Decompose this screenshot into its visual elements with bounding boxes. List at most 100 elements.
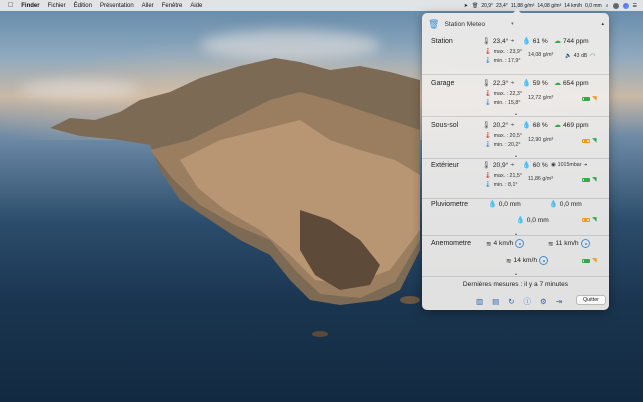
abs-humidity-value: 12,90 g/m³: [528, 137, 554, 143]
rain-value-3: 💧 0,0 mm: [516, 216, 549, 225]
station-selector[interactable]: Station Meteo: [444, 21, 485, 28]
document-icon[interactable]: ▤: [492, 297, 499, 306]
siri-icon[interactable]: [622, 2, 629, 9]
temp-min: 🌡 min. : 8,1°: [484, 181, 518, 189]
last-update-text: Dernières mesures : il y a 7 minutes: [462, 281, 569, 288]
menu-aide[interactable]: Aide: [190, 3, 202, 9]
refresh-icon[interactable]: ↻: [508, 297, 514, 306]
temp-min: 🌡 min. : 17,9°: [484, 57, 520, 65]
signal-icon: ◥: [592, 217, 597, 223]
chart-icon[interactable]: ▥: [476, 297, 483, 306]
temp-max: 🌡 max. : 21,5°: [484, 172, 522, 180]
battery-icon: [582, 138, 590, 143]
status-rain: 0,0 mm: [585, 2, 602, 9]
battery-icon: [582, 217, 590, 222]
rain-value-2: 💧 0,0 mm: [549, 200, 582, 209]
wind-speed: ≋ 4 km/h: [486, 239, 525, 248]
cloud-icon: ☁: [554, 122, 561, 129]
temp-min-value: min. : 15,8°: [493, 99, 521, 106]
noise: 🔈 43 dB ◠: [565, 52, 596, 60]
drop-icon: 💧: [522, 80, 531, 87]
humidity-value: 59 %: [532, 79, 548, 87]
panel-header: 🗑 Station Meteo ▾ ▴: [428, 17, 604, 31]
pressure: ◉ 1015mbar ➜: [551, 162, 587, 168]
speaker-icon: 🔈: [565, 53, 572, 59]
trend-arrow-icon: ➜: [510, 80, 515, 85]
section-exterieur: Extérieur 🌡 20,9° ➜ 💧 60 % ◉ 1015mbar ➜ …: [422, 159, 609, 197]
thermometer-hot-icon: 🌡: [484, 173, 492, 179]
battery-icon: [582, 177, 590, 182]
co2: ☁ 744 ppm: [554, 37, 589, 46]
logout-icon[interactable]: ⇥: [556, 297, 562, 306]
abs-humidity: 11,86 g/m³: [528, 176, 553, 182]
humidity: 💧 61 %: [522, 37, 548, 46]
drop-icon: 💧: [522, 122, 531, 129]
humidity: 💧 68 %: [522, 121, 548, 130]
drop-icon: 💧: [522, 162, 531, 169]
drop-icon: 💧: [488, 201, 497, 208]
menu-edition[interactable]: Édition: [74, 3, 92, 9]
thermometer-icon: 🌡: [482, 80, 491, 87]
rain-value: 0,0 mm: [559, 200, 582, 208]
thermometer-hot-icon: 🌡: [484, 91, 492, 97]
menu-fenetre[interactable]: Fenêtre: [162, 3, 183, 9]
abs-humidity: 14,08 g/m³: [528, 52, 553, 58]
temp-min: 🌡 min. : 20,2°: [484, 141, 521, 149]
section-name: Sous-sol: [431, 122, 459, 129]
trash-icon[interactable]: 🗑: [428, 19, 439, 30]
compass-icon: [580, 239, 590, 248]
gust-icon: ≋: [548, 240, 554, 248]
rain-value: 0,0 mm: [498, 200, 521, 208]
collapse-up-icon[interactable]: ▴: [601, 21, 604, 27]
panel-toolbar: ▥ ▤ ↻ ⓘ ⚙ ⇥: [476, 296, 562, 307]
section-name: Garage: [431, 80, 455, 87]
signal-icon: ◥: [592, 258, 597, 264]
menu-fichier[interactable]: Fichier: [48, 3, 66, 9]
menu-aller[interactable]: Aller: [142, 3, 154, 9]
humidity-value: 61 %: [532, 37, 548, 45]
weather-station-panel: 🗑 Station Meteo ▾ ▴ Station 🌡 23,4° ➜ 💧 …: [422, 9, 609, 310]
pressure-value: 1015mbar: [557, 162, 582, 168]
thermometer-hot-icon: 🌡: [484, 133, 492, 139]
battery-icon: [582, 258, 590, 263]
divider: [422, 276, 609, 277]
wind-max-icon: ≋: [506, 257, 512, 265]
settings-icon[interactable]: ⚙: [540, 297, 547, 306]
weather-status-item[interactable]: 🗑 20,9° 23,4° 11,88 g/m³ 14,08 g/m³ 14 k…: [472, 3, 602, 9]
trend-arrow-icon: ➜: [583, 162, 588, 167]
signal-icon: ◥: [592, 177, 597, 183]
humidity: 💧 59 %: [522, 79, 548, 88]
apple-icon[interactable]: : [8, 2, 13, 9]
temperature: 🌡 20,9° ➜: [482, 161, 515, 170]
search-icon[interactable]: ⌕: [606, 3, 609, 9]
wind-icon: ≋: [486, 240, 492, 248]
module-status: ◥: [582, 257, 597, 264]
co2-value: 469 ppm: [563, 121, 589, 129]
temperature-value: 20,2°: [492, 121, 509, 129]
signal-icon: ◥: [592, 96, 597, 102]
status-abs-humidity-1: 11,88 g/m³: [510, 2, 535, 9]
module-status: ◥: [582, 137, 597, 144]
section-name: Pluviometre: [431, 201, 468, 208]
trash-icon: 🗑: [471, 2, 479, 9]
drop-icon: 💧: [522, 38, 531, 45]
menu-finder[interactable]: Finder: [21, 3, 39, 9]
notification-center-icon[interactable]: ☰: [633, 3, 637, 9]
battery-icon: [582, 96, 590, 101]
temp-min-value: min. : 20,2°: [493, 141, 521, 148]
chevron-down-icon[interactable]: ▾: [511, 21, 514, 27]
user-avatar-icon[interactable]: [612, 2, 619, 9]
wind-max-value: 14 km/h: [513, 257, 537, 264]
module-status: ◥: [582, 216, 597, 223]
info-icon[interactable]: ⓘ: [523, 296, 531, 307]
humidity-value: 60 %: [532, 161, 548, 169]
location-arrow-icon[interactable]: ➤: [464, 3, 468, 9]
status-temp-out: 20,9°: [481, 2, 494, 9]
section-sous-sol: Sous-sol 🌡 20,2° ➜ 💧 68 % ☁ 469 ppm 🌡 ma…: [422, 117, 609, 157]
section-garage: Garage 🌡 22,3° ➜ 💧 59 % ☁ 654 ppm 🌡 max.…: [422, 75, 609, 115]
section-name: Anemometre: [431, 240, 472, 247]
menu-presentation[interactable]: Présentation: [100, 3, 134, 9]
trend-arrow-icon: ➜: [510, 162, 515, 167]
temp-max-value: max. : 22,3°: [493, 90, 522, 97]
quit-button[interactable]: Quitter: [576, 295, 606, 305]
